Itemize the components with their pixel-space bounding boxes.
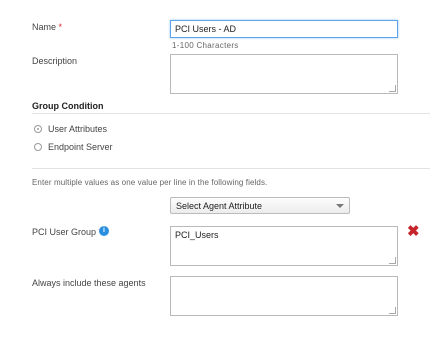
description-textarea[interactable]: [170, 54, 398, 94]
name-hint: 1-100 Characters: [172, 41, 239, 50]
always-include-label: Always include these agents: [32, 278, 146, 288]
resize-grip-icon[interactable]: [389, 307, 396, 314]
name-label: Name *: [32, 22, 63, 32]
pci-user-group-textarea[interactable]: PCI_Users: [170, 226, 398, 266]
section-divider: [32, 113, 430, 114]
always-include-wrap: [170, 276, 398, 316]
resize-grip-icon[interactable]: [389, 85, 396, 92]
always-include-textarea[interactable]: [170, 276, 398, 316]
pci-user-group-label: PCI User Group *: [32, 227, 102, 237]
name-input[interactable]: [170, 20, 398, 38]
section-divider: [32, 168, 430, 169]
pci-user-group-wrap: PCI_Users: [170, 226, 398, 266]
instructions-text: Enter multiple values as one value per l…: [32, 178, 268, 187]
agent-attribute-select[interactable]: Select Agent Attribute: [170, 197, 350, 214]
required-marker: *: [58, 22, 63, 32]
radio-endpoint-server[interactable]: Endpoint Server: [34, 142, 154, 154]
close-x-icon[interactable]: ✖: [407, 224, 420, 239]
description-wrap: [170, 54, 398, 94]
radio-icon[interactable]: [34, 143, 42, 151]
description-label: Description: [32, 56, 78, 66]
resize-grip-icon[interactable]: [389, 257, 396, 264]
radio-user-attributes[interactable]: User Attributes: [34, 124, 154, 136]
info-icon[interactable]: i: [99, 226, 109, 236]
radio-icon[interactable]: [34, 125, 42, 133]
select-value: Select Agent Attribute: [176, 201, 263, 211]
group-condition-title: Group Condition: [32, 101, 104, 111]
chevron-down-icon: [336, 204, 344, 208]
